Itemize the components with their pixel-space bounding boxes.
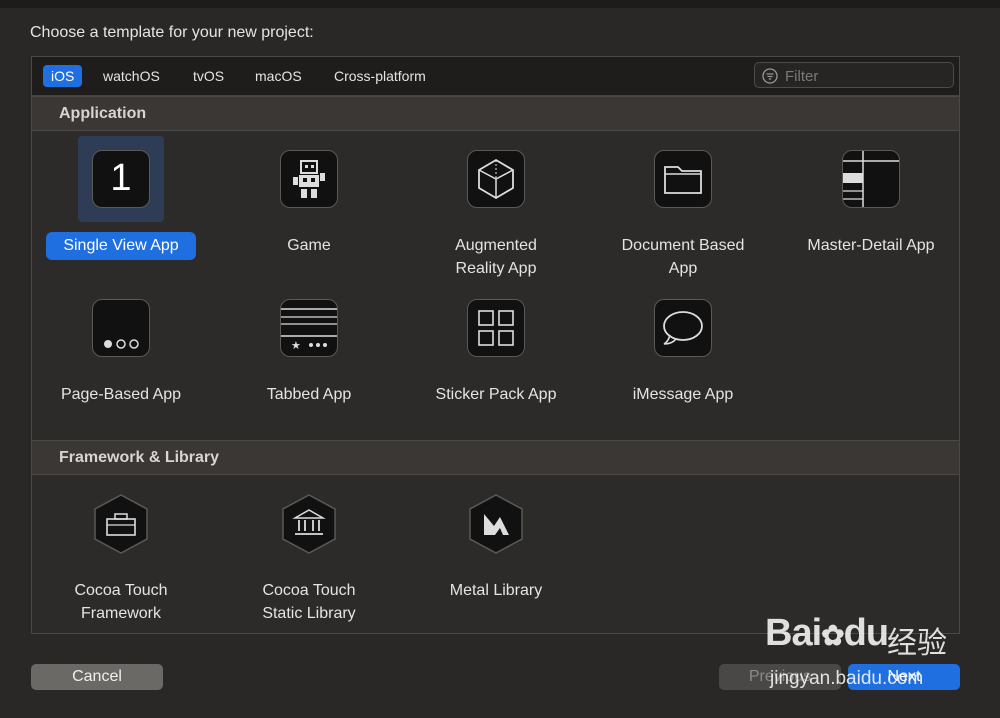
template-augmented-reality-app[interactable]: Augmented Reality App [406,136,586,277]
template-single-view-app[interactable]: 1 Single View App [32,136,211,276]
tab-cross-platform[interactable]: Cross-platform [326,65,434,87]
tab-macos[interactable]: macOS [247,65,310,87]
template-label: Game [287,237,331,254]
sticker-pack-icon [467,299,525,357]
template-label: Cocoa Touch Static Library [262,582,356,622]
icon-frame [640,136,726,222]
section-header-framework: Framework & Library [32,440,959,475]
section-title-application: Application [59,105,147,122]
template-label: Metal Library [449,582,543,599]
icon-frame [266,136,352,222]
filter-icon [762,68,778,84]
icon-frame [640,285,726,371]
imessage-bubble-icon [654,299,712,357]
template-label: Sticker Pack App [435,386,557,403]
icon-frame [453,285,539,371]
watermark-logo-text: Bai [765,612,822,654]
svg-text:★: ★ [291,339,301,352]
tab-ios[interactable]: iOS [43,65,83,87]
template-label: Tabbed App [266,386,352,403]
template-cocoa-touch-static-library[interactable]: Cocoa Touch Static Library [219,481,399,622]
template-master-detail-app[interactable]: Master-Detail App [781,136,959,276]
tab-watchos[interactable]: watchOS [95,65,168,87]
selection-highlight: 1 [78,136,164,222]
document-folder-icon [654,150,712,208]
icon-frame [266,481,352,567]
watermark-url: jingyan.baidu.com [770,668,924,689]
page-based-icon [92,299,150,357]
icon-frame [453,481,539,567]
template-game[interactable]: Game [219,136,399,276]
template-label: Augmented Reality App [455,237,537,277]
template-label: Single View App [46,232,196,260]
template-page-based-app[interactable]: Page-Based App [32,285,211,405]
augmented-reality-icon [467,150,525,208]
watermark-chinese: 经验 [887,626,947,661]
icon-frame [453,136,539,222]
template-tabbed-app[interactable]: ★ Tabbed App [219,285,399,405]
template-browser: iOS watchOS tvOS macOS Cross-platform Ap… [31,56,960,634]
section-title-framework: Framework & Library [59,449,220,466]
library-building-icon [282,494,336,554]
template-cocoa-touch-framework[interactable]: Cocoa Touch Framework [32,481,211,622]
template-metal-library[interactable]: Metal Library [406,481,586,621]
icon-frame [78,285,164,371]
window-top-edge [0,0,1000,8]
template-label: Document Based App [621,237,745,277]
paw-icon: ✿ [821,620,844,651]
icon-frame: ★ [266,285,352,371]
game-icon [280,150,338,208]
template-label: Page-Based App [60,386,182,403]
icon-frame [828,136,914,222]
toolbox-icon [94,494,148,554]
baidu-watermark: Bai✿du 经验 jingyan.baidu.com [765,612,995,697]
template-label: Master-Detail App [807,237,935,254]
baidu-logo: Bai✿du [765,612,889,655]
master-detail-icon [842,150,900,208]
template-label: iMessage App [632,386,734,403]
template-label: Cocoa Touch Framework [74,582,168,622]
template-document-based-app[interactable]: Document Based App [593,136,773,277]
icon-frame [78,481,164,567]
watermark-logo-tail: du [843,612,889,654]
section-header-application: Application [32,96,959,131]
filter-field[interactable] [754,62,954,88]
single-view-app-icon: 1 [92,150,150,208]
metal-icon [469,494,523,554]
dialog-prompt: Choose a template for your new project: [30,24,314,41]
tab-tvos[interactable]: tvOS [185,65,232,87]
template-imessage-app[interactable]: iMessage App [593,285,773,405]
filter-input[interactable] [783,65,947,87]
tabbed-app-icon: ★ [280,299,338,357]
cancel-button[interactable]: Cancel [31,664,163,690]
platform-tab-bar: iOS watchOS tvOS macOS Cross-platform [32,57,959,96]
template-sticker-pack-app[interactable]: Sticker Pack App [406,285,586,405]
